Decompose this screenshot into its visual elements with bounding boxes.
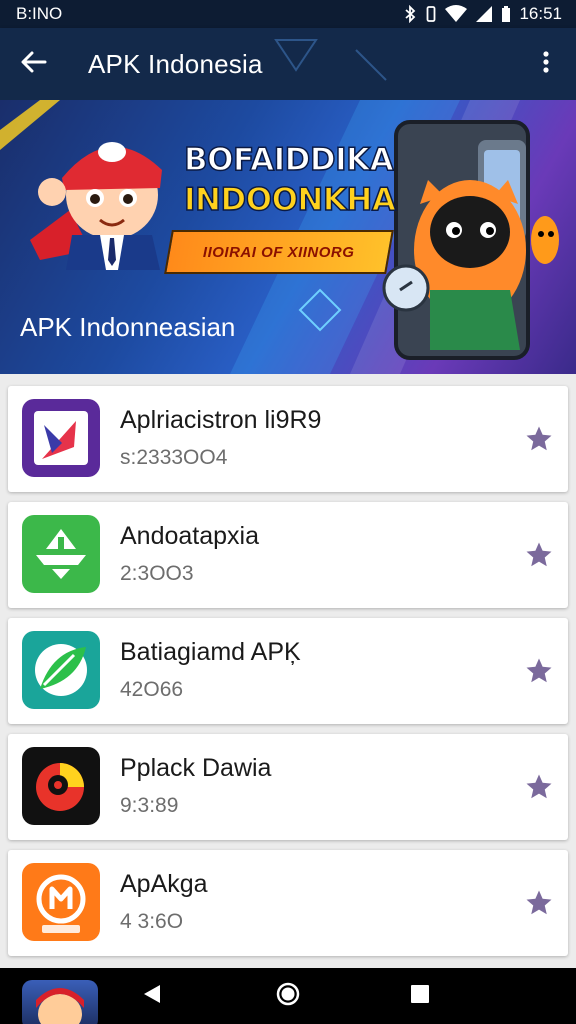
app-bar: APK Indonesia bbox=[0, 28, 576, 100]
app-name: Batiagiamd APĶ bbox=[120, 638, 301, 666]
arrow-left-icon bbox=[21, 51, 47, 78]
purple-arrow-icon bbox=[22, 399, 100, 477]
banner-ribbon: IIOIRAI OF XIINORG bbox=[164, 230, 394, 274]
app-name: Pplack Dawia bbox=[120, 754, 272, 782]
star-icon[interactable] bbox=[524, 424, 554, 454]
list-item[interactable]: Andoatapxia 2:3OO3 bbox=[8, 502, 568, 608]
banner-ribbon-text: IIOIRAI OF XIINORG bbox=[203, 243, 355, 261]
nav-recents-button[interactable] bbox=[406, 982, 434, 1010]
black-circle-icon bbox=[22, 747, 100, 825]
back-button[interactable] bbox=[2, 28, 66, 100]
floating-avatar[interactable] bbox=[22, 980, 98, 1024]
status-bar: B:INO 16:51 bbox=[0, 0, 576, 28]
app-name: Aplriacistron li9R9 bbox=[120, 406, 322, 434]
bluetooth-icon bbox=[403, 5, 417, 23]
app-meta: 4 3:6O bbox=[120, 910, 184, 933]
page-title: APK Indonesia bbox=[88, 48, 263, 79]
status-left-text: B:INO bbox=[16, 4, 63, 23]
app-meta: 42O66 bbox=[120, 678, 184, 701]
list-item[interactable]: Batiagiamd APĶ 42O66 bbox=[8, 618, 568, 724]
promo-banner[interactable]: BOFAIDDIKA INDOONKHA IIOIRAI OF XIINORG … bbox=[0, 100, 576, 374]
green-boat-icon bbox=[22, 515, 100, 593]
banner-headline-line1: BOFAIDDIKA bbox=[183, 141, 394, 179]
more-vertical-icon bbox=[542, 50, 550, 79]
banner-caption: APK Indonneasian bbox=[20, 312, 236, 342]
circle-home-icon bbox=[275, 981, 301, 1012]
app-meta: 9:3:89 bbox=[120, 794, 179, 817]
square-recents-icon bbox=[409, 983, 431, 1010]
battery-icon bbox=[501, 5, 511, 23]
signal-icon bbox=[475, 5, 493, 23]
star-icon[interactable] bbox=[524, 772, 554, 802]
nav-home-button[interactable] bbox=[274, 982, 302, 1010]
triangle-back-icon bbox=[142, 983, 162, 1010]
nav-back-button[interactable] bbox=[138, 982, 166, 1010]
banner-headline-line2: INDOONKHA bbox=[183, 181, 396, 219]
mascot-boy bbox=[30, 142, 162, 270]
list-item[interactable]: Pplack Dawia 9:3:89 bbox=[8, 734, 568, 840]
vibrate-icon bbox=[425, 5, 437, 23]
teal-leaf-icon bbox=[22, 631, 100, 709]
star-icon[interactable] bbox=[524, 656, 554, 686]
star-icon[interactable] bbox=[524, 540, 554, 570]
star-icon[interactable] bbox=[524, 888, 554, 918]
phone-mascot bbox=[382, 120, 559, 360]
list-item[interactable]: ApAkga 4 3:6O bbox=[8, 850, 568, 956]
app-name: Andoatapxia bbox=[120, 522, 260, 550]
app-bar-decoration bbox=[274, 39, 387, 81]
clock-text: 16:51 bbox=[519, 4, 562, 23]
system-nav-bar bbox=[0, 968, 576, 1024]
status-icons: 16:51 bbox=[403, 4, 562, 24]
app-name: ApAkga bbox=[120, 870, 208, 898]
overflow-menu-button[interactable] bbox=[528, 46, 564, 82]
list-item[interactable]: Aplriacistron li9R9 s:2333OO4 bbox=[8, 386, 568, 492]
app-meta: s:2333OO4 bbox=[120, 446, 228, 469]
orange-m-icon bbox=[22, 863, 100, 941]
app-meta: 2:3OO3 bbox=[120, 562, 194, 585]
wifi-icon bbox=[445, 5, 468, 23]
banner-headline: BOFAIDDIKA INDOONKHA bbox=[183, 140, 404, 220]
